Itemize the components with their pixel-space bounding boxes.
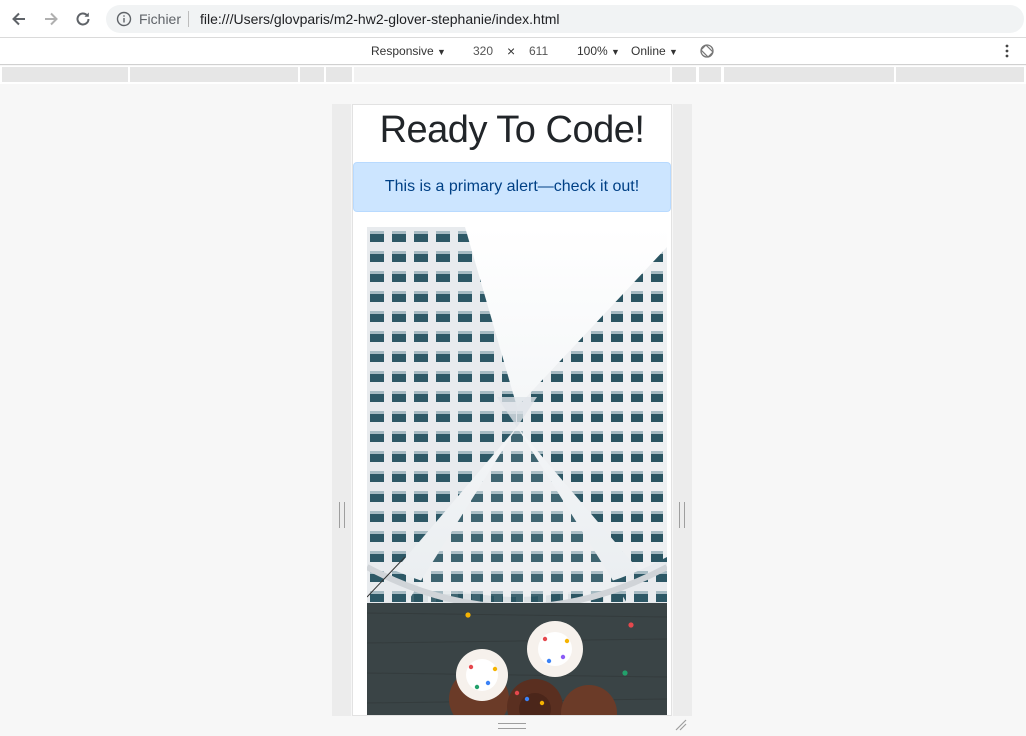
media-query-segment[interactable] <box>724 67 894 82</box>
media-query-segment[interactable] <box>354 67 670 82</box>
arrow-right-icon <box>45 12 58 26</box>
right-resize-handle[interactable] <box>673 104 692 716</box>
grip-icon <box>339 502 345 528</box>
scheme-label: Fichier <box>139 11 182 27</box>
primary-alert: This is a primary alert—check it out! <box>353 162 671 212</box>
device-toolbar: Responsive ▼ 320 × 611 100% ▼ Online ▼ <box>0 38 1026 65</box>
media-query-segment[interactable] <box>300 67 324 82</box>
info-icon[interactable] <box>116 11 132 27</box>
media-query-segment[interactable] <box>896 67 1024 82</box>
media-query-segment[interactable] <box>326 67 352 82</box>
corner-resize-icon[interactable] <box>674 718 688 732</box>
dropdown-arrow-icon: ▼ <box>437 47 446 57</box>
url-text[interactable]: file:///Users/glovparis/m2-hw2-glover-st… <box>200 11 559 27</box>
media-query-segment[interactable] <box>2 67 128 82</box>
arrow-left-icon <box>12 12 25 26</box>
dropdown-arrow-icon: ▼ <box>611 47 620 57</box>
grip-icon <box>679 502 685 528</box>
reload-button[interactable] <box>70 6 96 32</box>
browser-toolbar: Fichier file:///Users/glovparis/m2-hw2-g… <box>0 0 1026 38</box>
forward-button[interactable] <box>38 6 64 32</box>
height-input[interactable]: 611 <box>529 44 548 58</box>
media-query-segment[interactable] <box>699 67 721 82</box>
media-query-segment[interactable] <box>130 67 298 82</box>
device-viewport: Ready To Code! This is a primary alert—c… <box>352 104 672 716</box>
address-bar[interactable]: Fichier file:///Users/glovparis/m2-hw2-g… <box>106 5 1024 33</box>
zoom-label: 100% <box>577 44 608 58</box>
dropdown-arrow-icon: ▼ <box>669 47 678 57</box>
zoom-select[interactable]: 100% ▼ <box>577 44 620 58</box>
rotate-icon[interactable] <box>699 43 715 59</box>
back-button[interactable] <box>6 6 32 32</box>
network-select[interactable]: Online ▼ <box>631 44 678 58</box>
network-label: Online <box>631 44 666 58</box>
device-select[interactable]: Responsive ▼ <box>371 44 446 58</box>
building-image <box>367 227 667 603</box>
more-options-icon[interactable] <box>1000 43 1014 59</box>
media-query-segment[interactable] <box>672 67 696 82</box>
width-input[interactable]: 320 <box>473 44 493 58</box>
media-query-bar <box>0 66 1026 84</box>
bottom-resize-handle[interactable] <box>498 723 526 729</box>
divider <box>188 11 189 27</box>
reload-icon <box>76 12 90 26</box>
cupcakes-image <box>367 603 667 715</box>
device-select-label: Responsive <box>371 44 434 58</box>
dimension-times: × <box>507 43 516 59</box>
page-title: Ready To Code! <box>379 109 645 151</box>
left-resize-handle[interactable] <box>332 104 351 716</box>
